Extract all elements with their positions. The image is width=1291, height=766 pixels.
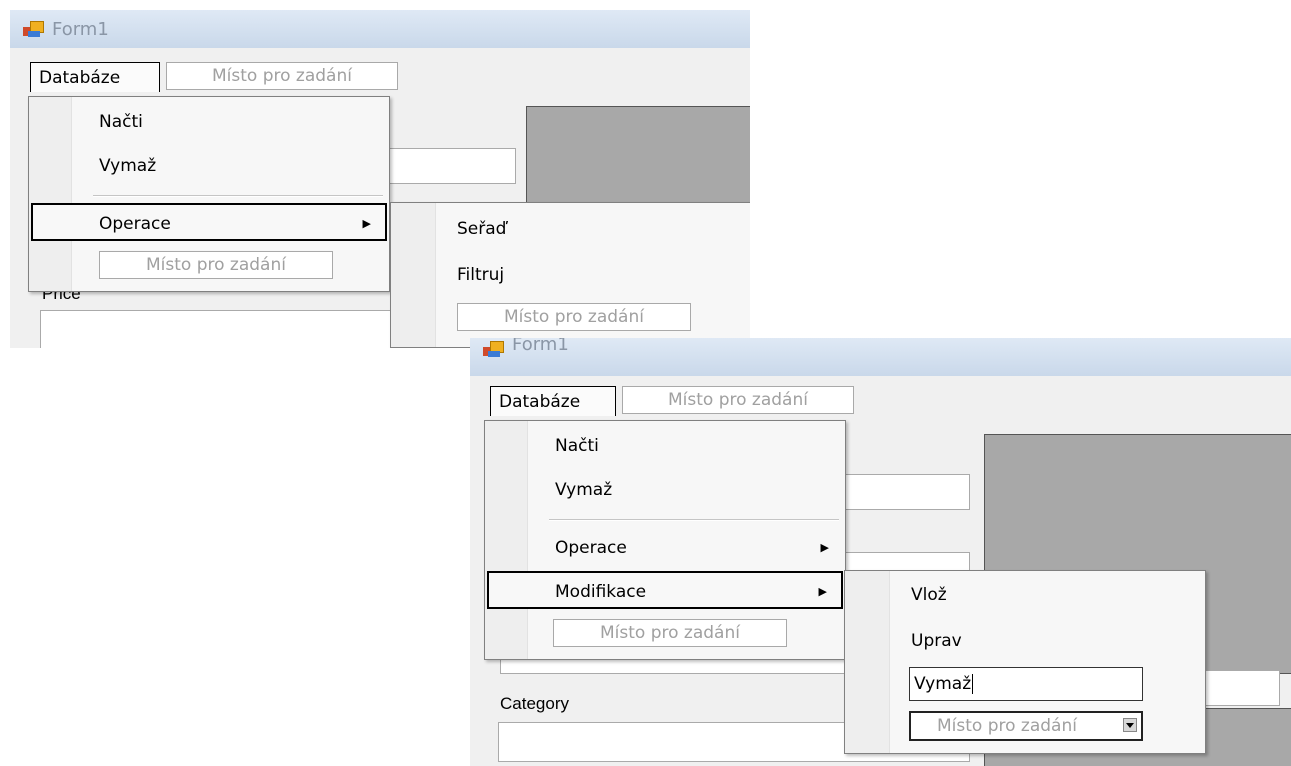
textbox-right[interactable] [1200,670,1280,706]
menu-item-vloz[interactable]: Vlož [911,585,947,605]
submenu-arrow-icon: ▶ [820,541,829,554]
submenu-type-here[interactable]: Místo pro zadání [457,303,691,331]
category-label: Category [500,694,569,713]
menu-item-nacti[interactable]: Načti [31,103,387,141]
menu-item-modifikace[interactable]: Modifikace ▶ [487,571,843,609]
menu-databaze[interactable]: Databáze [490,386,616,416]
menu-item-vymaz[interactable]: Vymaž [31,147,387,185]
menu-item-nacti[interactable]: Načti [487,427,843,465]
menu-separator [93,195,383,197]
edit-input-value: Vymaž [914,674,972,694]
menu-item-edit-input[interactable]: Vymaž [909,667,1143,701]
menu-separator [549,519,839,521]
menu-item-uprav[interactable]: Uprav [911,631,962,651]
window-title: Form1 [52,19,109,40]
menu-databaze[interactable]: Databáze [30,62,160,92]
title-bar: Form1 [470,338,1291,376]
menu-gutter [391,203,436,347]
operace-submenu: Seřaď Filtruj Místo pro zadání [390,202,750,348]
textbox[interactable] [370,148,516,184]
submenu-type-here-combo[interactable]: Místo pro zadání [909,711,1143,741]
menu-item-operace[interactable]: Operace ▶ [487,529,843,567]
dropdown-type-here[interactable]: Místo pro zadání [99,251,333,279]
menubar-type-here[interactable]: Místo pro zadání [622,386,854,414]
modifikace-submenu: Vlož Uprav Vymaž Místo pro zadání [844,570,1206,754]
menu-item-filtruj[interactable]: Filtruj [457,265,504,285]
menu-item-serad[interactable]: Seřaď [457,219,506,239]
text-caret [972,674,974,694]
textbox[interactable] [836,474,970,510]
menu-item-vymaz[interactable]: Vymaž [487,471,843,509]
screenshot-2: Form1 Databáze Místo pro zadání Category… [470,338,1291,766]
menubar-type-here[interactable]: Místo pro zadání [166,62,398,90]
menu-item-operace[interactable]: Operace ▶ [31,203,387,241]
title-bar: Form1 [10,10,750,48]
dropdown-type-here[interactable]: Místo pro zadání [553,619,787,647]
databaze-dropdown: Načti Vymaž Operace ▶ Místo pro zadání [28,96,390,292]
form-icon [483,341,504,358]
form-icon [23,21,44,38]
screenshot-1: Form1 Databáze Místo pro zadání Price Na… [10,10,750,348]
submenu-arrow-icon: ▶ [362,217,371,230]
window-title: Form1 [512,338,569,355]
databaze-dropdown: Načti Vymaž Operace ▶ Modifikace ▶ Místo… [484,420,846,660]
menu-gutter [845,571,890,753]
dropdown-arrow-icon[interactable] [1123,718,1137,732]
submenu-arrow-icon: ▶ [818,585,827,598]
